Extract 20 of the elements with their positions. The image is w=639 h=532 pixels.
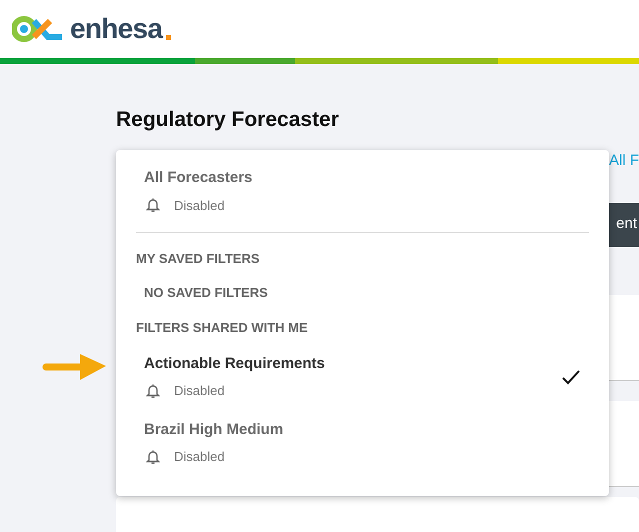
filter-name: Brazil High Medium <box>144 420 284 440</box>
bell-icon <box>146 448 160 465</box>
alert-status: Disabled <box>174 448 225 466</box>
bell-icon <box>146 382 160 399</box>
logo[interactable]: enhesa <box>12 15 172 43</box>
alert-status: Disabled <box>174 196 225 214</box>
filter-item[interactable]: All Forecasters Disabled <box>116 158 609 224</box>
empty-message: NO SAVED FILTERS <box>143 284 269 302</box>
alert-status: Disabled <box>174 382 225 400</box>
bell-icon <box>146 197 160 214</box>
page-title: Regulatory Forecaster <box>116 107 340 133</box>
section-heading: MY SAVED FILTERS <box>135 250 261 268</box>
arrow-drawing <box>42 352 108 382</box>
logo-wordmark: enhesa <box>70 15 162 43</box>
filter-name: Actionable Requirements <box>144 354 326 374</box>
section-heading: FILTERS SHARED WITH ME <box>135 319 309 337</box>
filter-item[interactable]: Brazil High Medium Disabled <box>116 410 609 476</box>
filter-name: All Forecasters <box>144 168 254 188</box>
filter-item[interactable]: Actionable Requirements Disabled <box>116 344 609 410</box>
checkmark-icon <box>561 368 581 384</box>
